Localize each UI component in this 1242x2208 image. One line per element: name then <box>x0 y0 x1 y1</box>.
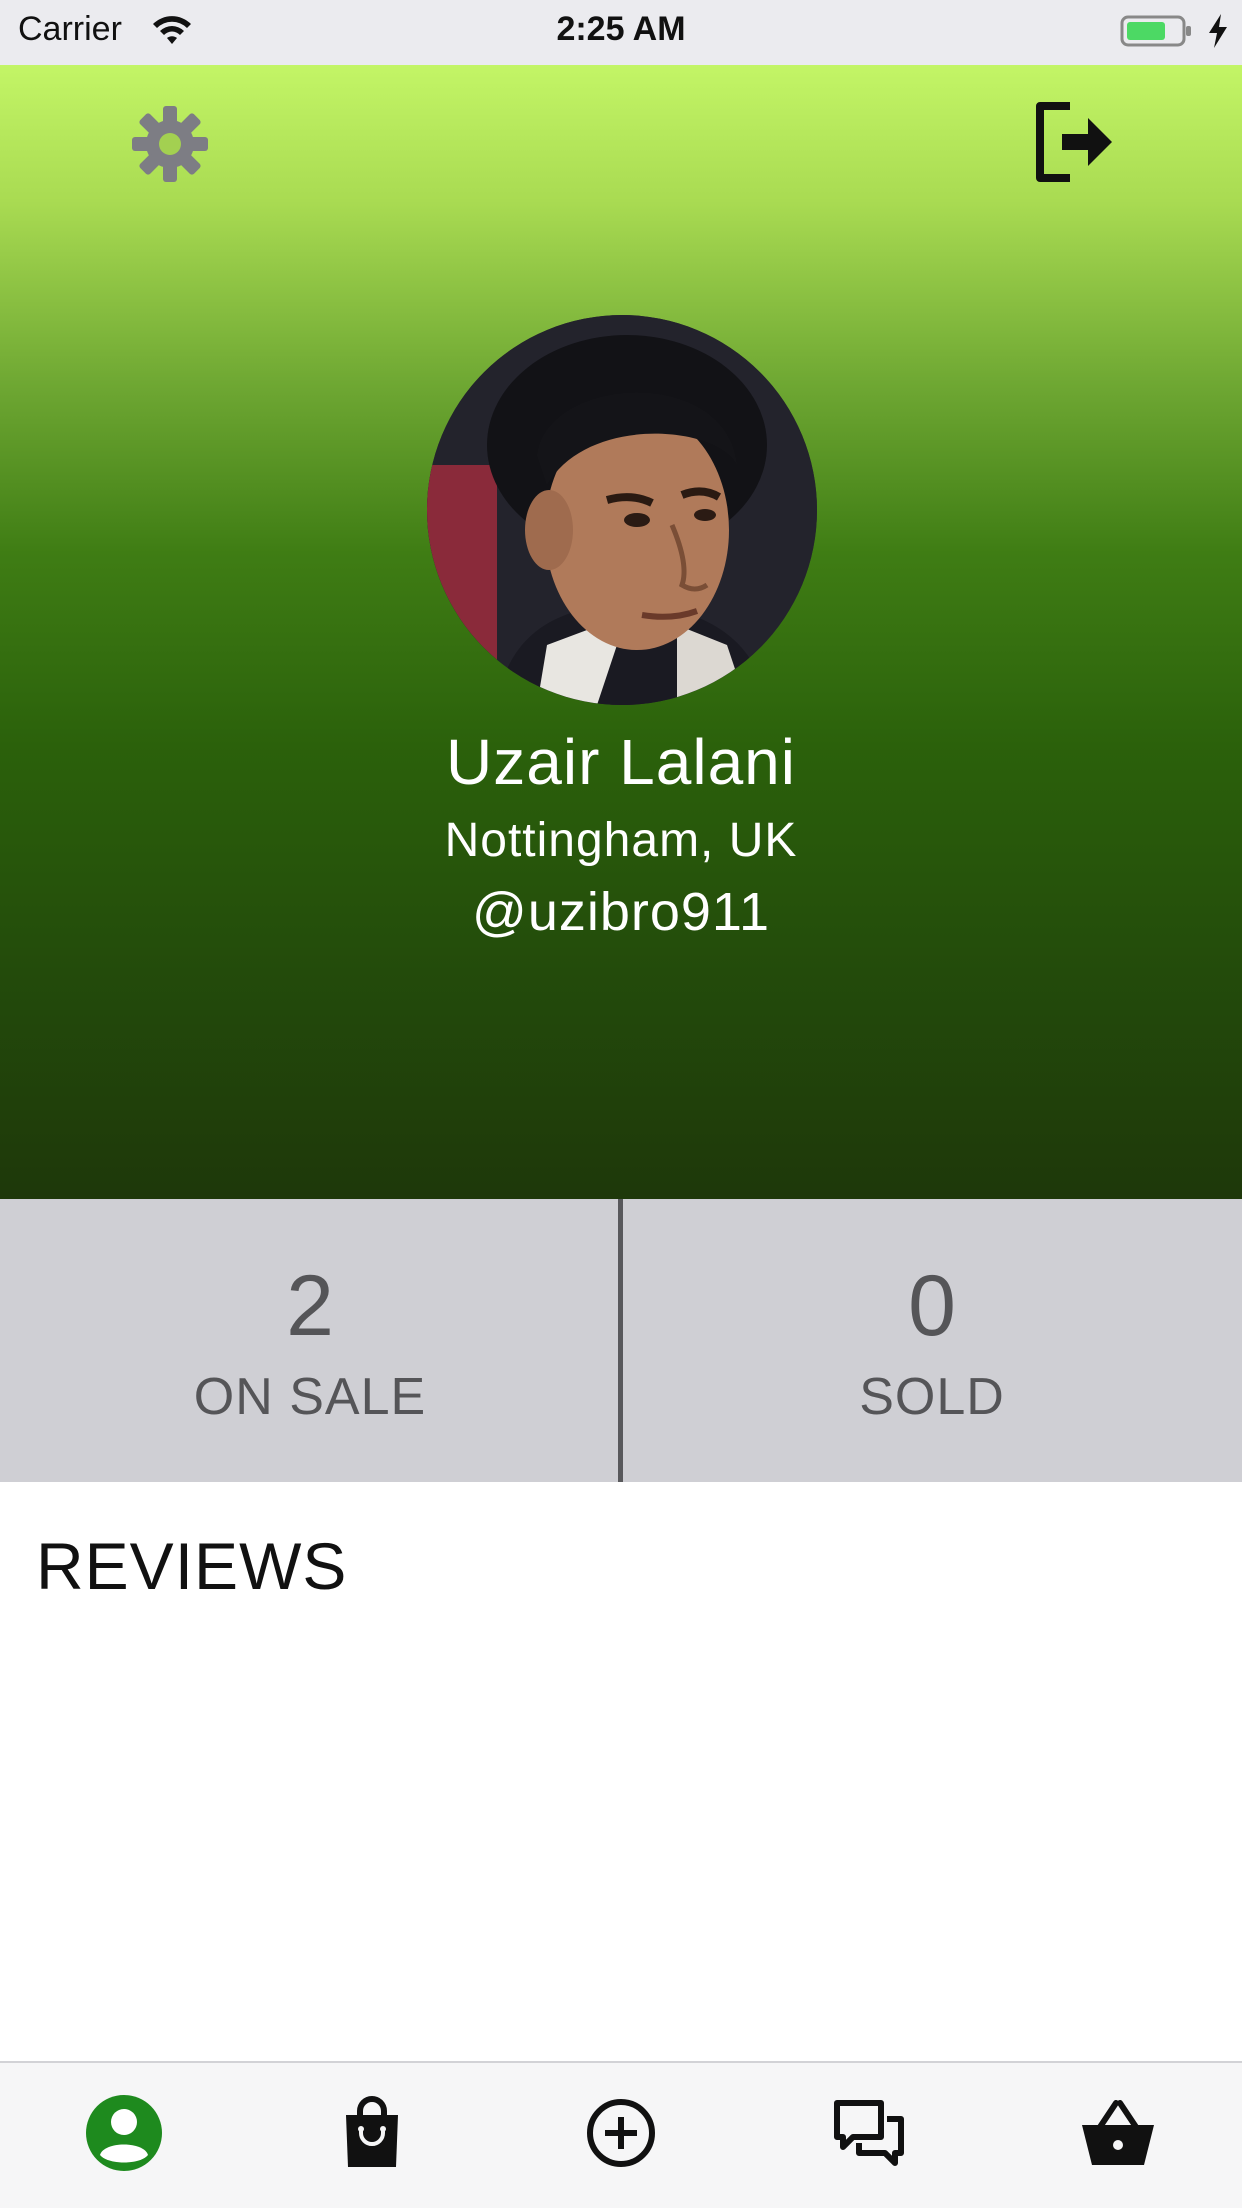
charging-bolt-icon <box>1209 14 1227 48</box>
on-sale-stat[interactable]: 2 ON SALE <box>0 1199 620 1482</box>
profile-screen: Carrier 2:25 AM Uzair Lalani Nottingham,… <box>0 0 1242 2208</box>
chat-icon <box>834 2100 904 2166</box>
tab-messages[interactable] <box>745 2063 993 2208</box>
basket-icon <box>1082 2100 1154 2165</box>
tab-profile[interactable] <box>0 2063 248 2208</box>
gear-icon[interactable] <box>128 102 212 186</box>
add-circle-icon <box>587 2099 655 2167</box>
tab-bar <box>0 2061 1242 2208</box>
sold-count: 0 <box>908 1258 956 1354</box>
tab-shop[interactable] <box>248 2063 496 2208</box>
on-sale-count: 2 <box>286 1258 334 1354</box>
reviews-heading: REVIEWS <box>36 1529 348 1603</box>
user-handle: @uzibro911 <box>472 882 770 942</box>
stats-panel: 2 ON SALE 0 SOLD <box>0 1199 1242 1482</box>
sold-label: SOLD <box>859 1368 1005 1426</box>
sold-stat[interactable]: 0 SOLD <box>622 1199 1242 1482</box>
profile-icon <box>86 2095 162 2171</box>
clock-label: 2:25 AM <box>556 10 686 48</box>
tab-basket[interactable] <box>994 2063 1242 2208</box>
avatar-photo <box>427 315 817 705</box>
on-sale-label: ON SALE <box>193 1368 427 1426</box>
tab-add[interactable] <box>497 2063 745 2208</box>
profile-header: Uzair Lalani Nottingham, UK @uzibro911 <box>0 65 1242 1199</box>
status-bar: Carrier 2:25 AM <box>0 0 1242 65</box>
logout-icon[interactable] <box>1030 100 1114 184</box>
user-location: Nottingham, UK <box>444 814 798 867</box>
battery-icon <box>1120 15 1191 47</box>
shopping-bag-icon <box>346 2096 398 2167</box>
avatar <box>427 315 817 705</box>
user-name: Uzair Lalani <box>446 726 796 798</box>
